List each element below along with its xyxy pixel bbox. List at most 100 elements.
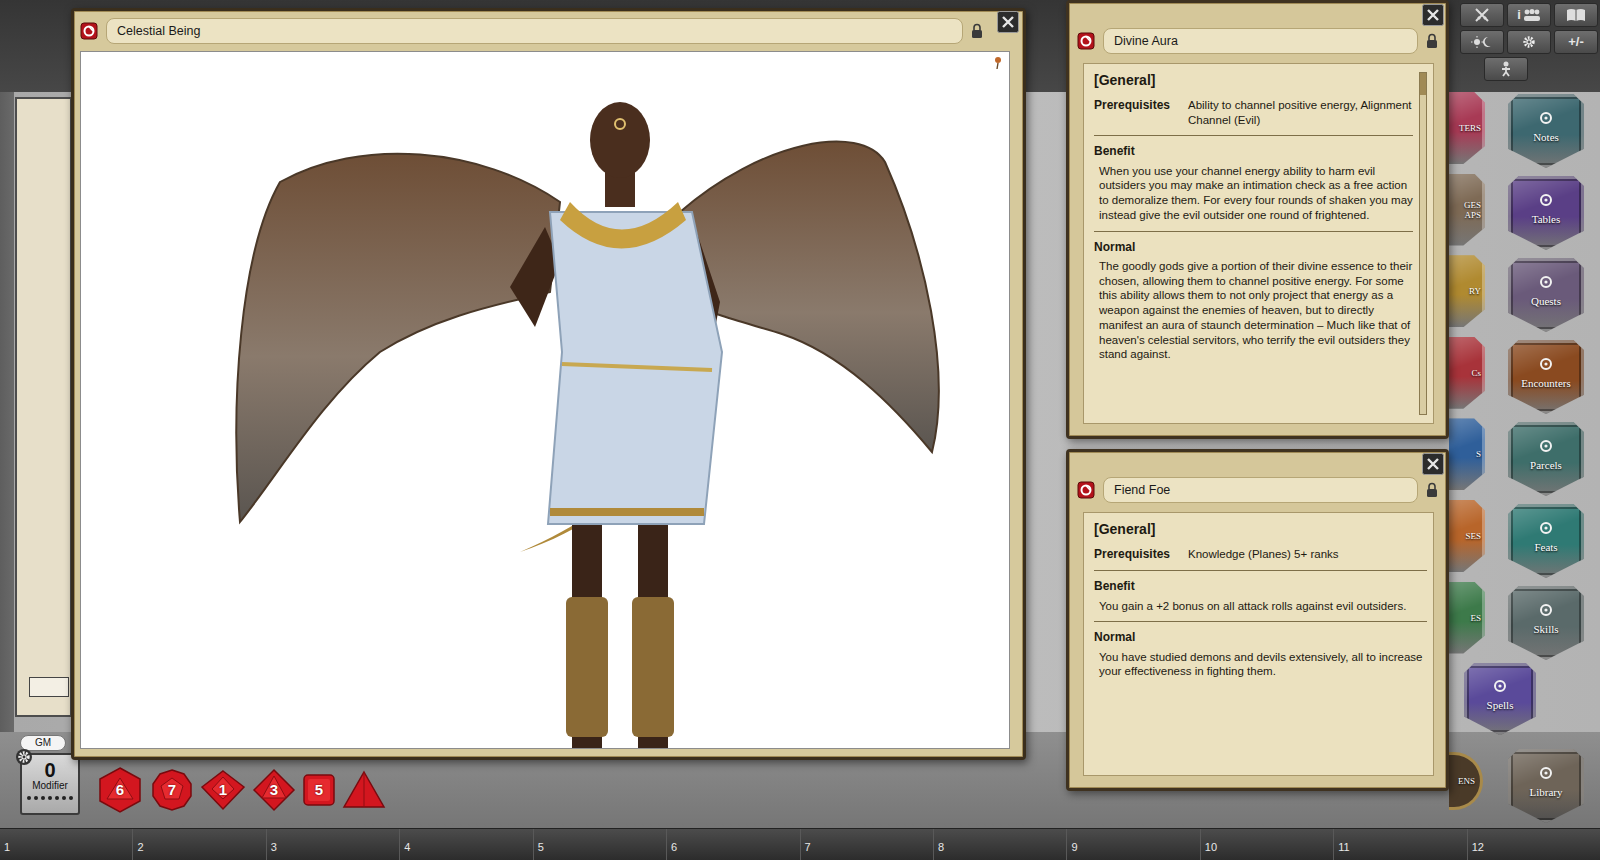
lock-icon[interactable] — [1426, 33, 1438, 49]
d20-die[interactable]: 6 — [96, 766, 144, 814]
normal-label: Normal — [1094, 630, 1427, 645]
window-title-bar[interactable]: Divine Aura — [1077, 27, 1438, 55]
sidebar-label: Feats — [1534, 541, 1557, 553]
sidebar-button[interactable]: Skills — [1508, 586, 1584, 660]
sidebar-button[interactable]: Encounters — [1508, 340, 1584, 414]
sidebar-label: Encounters — [1521, 377, 1570, 389]
gear-icon[interactable] — [16, 749, 32, 765]
emblem-icon — [1538, 766, 1554, 780]
app-logo-icon — [1077, 32, 1095, 50]
dice-row: 67135 — [96, 766, 386, 814]
sidebar-button[interactable]: Cs — [1449, 337, 1485, 409]
close-button[interactable] — [997, 11, 1019, 33]
window-title-bar[interactable]: Fiend Foe — [1077, 476, 1438, 504]
sidebar-button[interactable]: Feats — [1508, 504, 1584, 578]
dot — [41, 796, 45, 800]
hotkey-slot[interactable]: 4 — [399, 829, 532, 860]
divider — [1094, 621, 1427, 622]
sidebar-label: Quests — [1531, 295, 1561, 307]
hotkey-slot[interactable]: 1 — [0, 829, 132, 860]
divider — [1094, 231, 1413, 232]
modifier-dots — [27, 796, 73, 800]
d6-die[interactable]: 5 — [302, 773, 336, 807]
close-button[interactable] — [1422, 4, 1444, 26]
feat-text: [General]PrerequisitesKnowledge (Planes)… — [1094, 521, 1427, 767]
app-logo-icon — [1077, 481, 1095, 499]
lock-icon[interactable] — [1426, 482, 1438, 498]
d12-die[interactable]: 7 — [150, 768, 194, 812]
sidebar-button[interactable]: Quests — [1508, 258, 1584, 332]
window-title: Celestial Being — [106, 18, 963, 44]
feat-category: [General] — [1094, 72, 1413, 90]
lock-icon[interactable] — [971, 23, 983, 39]
hotkey-slot[interactable]: 11 — [1333, 829, 1466, 860]
d8-die[interactable]: 3 — [252, 768, 296, 812]
feat-window[interactable]: Fiend Foe [General]PrerequisitesKnowledge… — [1066, 449, 1449, 791]
image-area — [80, 51, 1010, 749]
dot — [27, 796, 31, 800]
modifier-label: Modifier — [32, 780, 68, 792]
sidebar-label: Skills — [1533, 623, 1558, 635]
sidebar-button[interactable]: ES — [1449, 582, 1485, 654]
gear-icon — [1522, 35, 1536, 49]
prerequisites-value: Ability to channel positive energy, Alig… — [1188, 98, 1413, 127]
sidebar-label: RY — [1469, 286, 1481, 296]
combat-button[interactable] — [1460, 3, 1504, 27]
hotkey-slot[interactable]: 5 — [533, 829, 666, 860]
dot — [55, 796, 59, 800]
modifier-toggle[interactable]: +/- — [1554, 30, 1598, 54]
hotkey-slot[interactable]: 9 — [1066, 829, 1199, 860]
d4-die[interactable] — [342, 770, 386, 810]
image-window[interactable]: Celestial Being — [71, 8, 1026, 760]
lighting-button[interactable] — [1460, 30, 1504, 54]
identity-button[interactable] — [1484, 57, 1528, 81]
sidebar-button[interactable]: Library — [1508, 749, 1584, 823]
hotkey-slot[interactable]: 7 — [800, 829, 933, 860]
feat-window[interactable]: Divine Aura [General] Prerequisites Ability… — [1066, 0, 1449, 439]
d10-die[interactable]: 1 — [200, 769, 246, 811]
sidebar-button[interactable]: TERS — [1449, 92, 1485, 164]
sidebar-button[interactable]: ENS — [1449, 752, 1483, 810]
scrollbar[interactable] — [1419, 72, 1427, 415]
die-face: 5 — [302, 782, 336, 798]
prerequisites-label: Prerequisites — [1094, 98, 1178, 127]
sidebar-button[interactable]: RY — [1449, 255, 1485, 327]
benefit-text: You gain a +2 bonus on all attack rolls … — [1094, 599, 1427, 614]
desktop: GM0Modifier67135 123456789101112 Celesti… — [0, 0, 1600, 860]
sun-moon-icon — [1471, 35, 1493, 49]
sidebar-label: Library — [1530, 786, 1563, 798]
hotkey-slot[interactable]: 8 — [933, 829, 1066, 860]
emblem-icon — [1538, 521, 1554, 535]
pin-icon[interactable] — [993, 56, 1003, 70]
options-button[interactable] — [1507, 30, 1551, 54]
hotkey-slot[interactable]: 2 — [132, 829, 265, 860]
scroll-thumb[interactable] — [1420, 73, 1426, 95]
sidebar-button[interactable]: S — [1449, 418, 1485, 490]
close-button[interactable] — [1422, 453, 1444, 475]
sidebar-button[interactable]: Parcels — [1508, 422, 1584, 496]
toolbar: i+/- — [1460, 3, 1598, 81]
normal-label: Normal — [1094, 240, 1413, 255]
emblem-icon — [1538, 603, 1554, 617]
feat-category: [General] — [1094, 521, 1427, 539]
chat-input[interactable] — [29, 677, 69, 697]
sidebar-button[interactable]: Notes — [1508, 94, 1584, 168]
hotkey-slot[interactable]: 6 — [666, 829, 799, 860]
modifier-box[interactable]: 0Modifier — [20, 753, 80, 815]
emblem-icon — [1538, 357, 1554, 371]
sidebar-button[interactable]: GES APS — [1449, 174, 1485, 246]
feat-text: [General] Prerequisites Ability to channel… — [1094, 72, 1413, 415]
dot — [69, 796, 73, 800]
library-button[interactable] — [1554, 3, 1598, 27]
sidebar-label: ENS — [1458, 775, 1475, 787]
hotkey-slot[interactable]: 3 — [266, 829, 399, 860]
window-title-bar[interactable]: Celestial Being — [80, 17, 983, 45]
sidebar-button[interactable]: SES — [1449, 500, 1485, 572]
sidebar-right-column: Notes Tables Quests Encounters Parcels Feats S… — [1508, 94, 1584, 823]
benefit-text: When you use your channel energy ability… — [1094, 164, 1413, 223]
info-button[interactable]: i — [1507, 3, 1551, 27]
sidebar-button[interactable]: Tables — [1508, 176, 1584, 250]
sidebar-button[interactable]: Spells — [1464, 663, 1536, 735]
hotkey-slot[interactable]: 12 — [1467, 829, 1600, 860]
hotkey-slot[interactable]: 10 — [1200, 829, 1333, 860]
